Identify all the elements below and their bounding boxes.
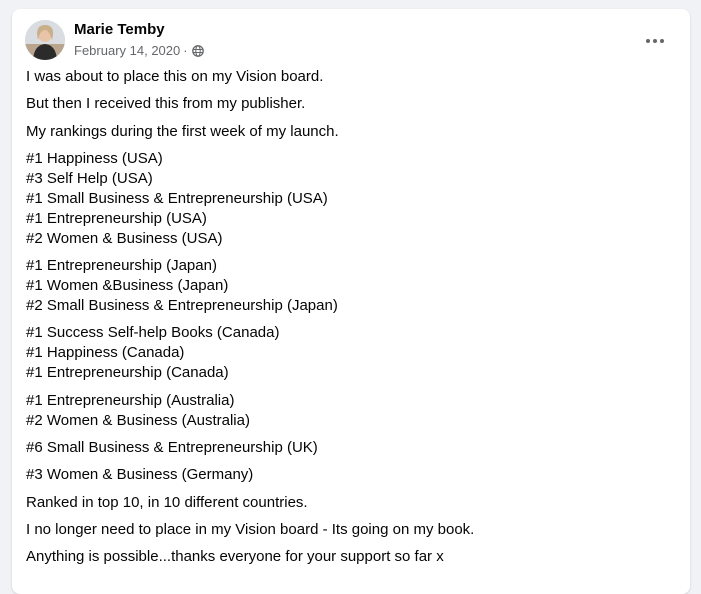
post-line: #2 Small Business & Entrepreneurship (Ja… xyxy=(26,297,338,315)
post-paragraph: #1 Success Self-help Books (Canada) #1 Ha… xyxy=(26,323,676,383)
post-line: #1 Entrepreneurship (Canada) xyxy=(26,364,229,382)
post-line: Ranked in top 10, in 10 different countr… xyxy=(26,493,308,511)
post-line: #1 Entrepreneurship (Japan) xyxy=(26,257,217,275)
post-line: #1 Happiness (Canada) xyxy=(26,344,185,362)
post-paragraph: #6 Small Business & Entrepreneurship (UK… xyxy=(26,438,676,458)
post-line: #2 Women & Business (Australia) xyxy=(26,411,250,429)
post-paragraph: #1 Happiness (USA) #3 Self Help (USA) #1 S… xyxy=(26,149,676,249)
post-paragraph: Anything is possible...thanks everyone f… xyxy=(26,547,676,567)
post-paragraph: I was about to place this on my Vision b… xyxy=(26,67,676,87)
post-line: #3 Women & Business (Germany) xyxy=(26,466,254,484)
post-line: #2 Women & Business (USA) xyxy=(26,229,223,247)
post-paragraph: #1 Entrepreneurship (Australia) #2 Women … xyxy=(26,391,676,431)
post-line: I no longer need to place in my Vision b… xyxy=(26,520,475,538)
post-line: #3 Self Help (USA) xyxy=(26,169,153,187)
post-line: #1 Success Self-help Books (Canada) xyxy=(26,324,280,342)
post-paragraph: #3 Women & Business (Germany) xyxy=(26,465,676,485)
post-paragraph: My rankings during the first week of my … xyxy=(26,122,676,142)
post-paragraph: #1 Entrepreneurship (Japan) #1 Women &Bus… xyxy=(26,256,676,316)
post-line: #1 Happiness (USA) xyxy=(26,149,163,167)
post-text: I was about to place this on my Vision b… xyxy=(26,67,676,575)
post-line: #1 Entrepreneurship (Australia) xyxy=(26,391,235,409)
post-card: Marie Temby February 14, 2020 · I was ab… xyxy=(12,9,690,594)
post-line: #1 Entrepreneurship (USA) xyxy=(26,209,207,227)
post-paragraph: Ranked in top 10, in 10 different countr… xyxy=(26,493,676,513)
post-date[interactable]: February 14, 2020 xyxy=(74,43,180,58)
post-meta: February 14, 2020 · xyxy=(74,43,204,58)
post-line: Anything is possible...thanks everyone f… xyxy=(26,548,444,566)
post-paragraph: I no longer need to place in my Vision b… xyxy=(26,520,676,540)
meta-separator: · xyxy=(183,43,188,58)
globe-icon[interactable] xyxy=(191,44,204,57)
more-options-icon[interactable] xyxy=(641,31,669,51)
post-header: Marie Temby February 14, 2020 · xyxy=(25,19,675,61)
post-line: My rankings during the first week of my … xyxy=(26,122,339,140)
author-name[interactable]: Marie Temby xyxy=(74,21,165,38)
post-line: #6 Small Business & Entrepreneurship (UK… xyxy=(26,439,318,457)
post-paragraph: But then I received this from my publish… xyxy=(26,94,676,114)
post-line: #1 Women &Business (Japan) xyxy=(26,277,229,295)
avatar[interactable] xyxy=(25,20,65,60)
post-line: I was about to place this on my Vision b… xyxy=(26,68,324,85)
post-line: #1 Small Business & Entrepreneurship (US… xyxy=(26,189,328,207)
post-line: But then I received this from my publish… xyxy=(26,95,306,113)
